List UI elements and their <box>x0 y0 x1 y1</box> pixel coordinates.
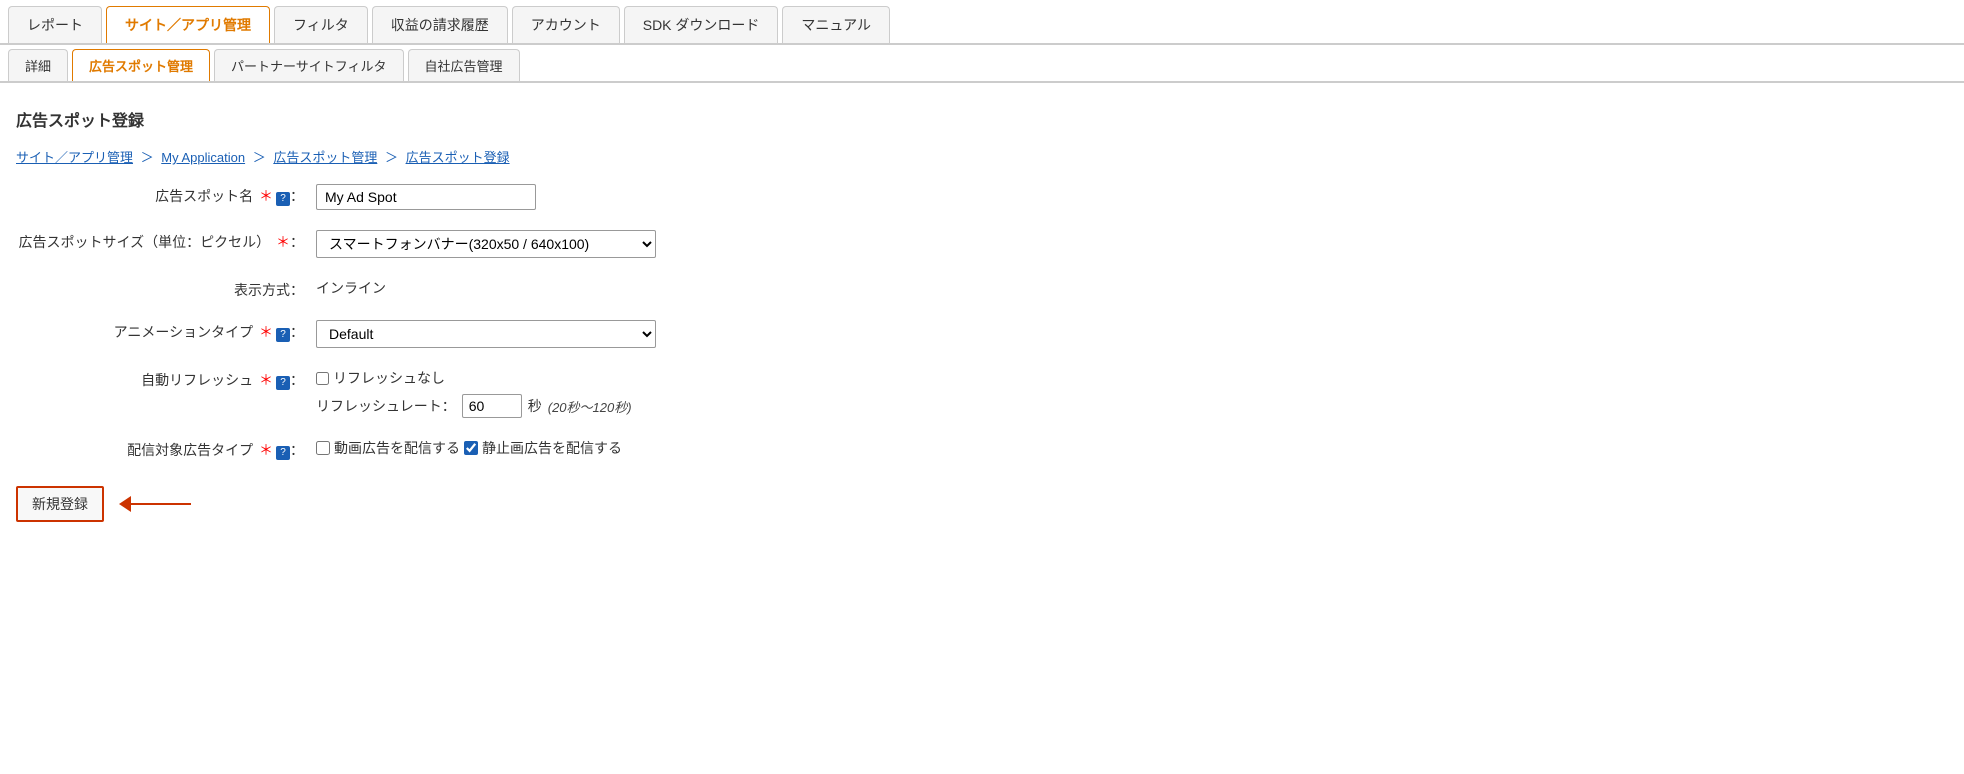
form-value-spot-name <box>316 182 1948 210</box>
top-nav-tab-billing[interactable]: 収益の請求履歴 <box>372 6 508 43</box>
colon-display-method: ： <box>290 282 304 298</box>
colon-spot-name: ： <box>290 188 304 204</box>
top-nav-tab-filter[interactable]: フィルタ <box>274 6 368 43</box>
breadcrumb-separator: ＞ <box>381 150 401 165</box>
form-value-auto-refresh: リフレッシュなしリフレッシュレート： 秒 (20秒～120秒) <box>316 366 1948 418</box>
sub-nav-tab-partner-filter[interactable]: パートナーサイトフィルタ <box>214 49 403 81</box>
form-label-display-method: 表示方式： <box>16 276 316 300</box>
help-icon-auto-refresh[interactable]: ? <box>276 376 290 390</box>
colon-animation-type: ： <box>290 324 304 340</box>
label-text-ad-type: 配信対象広告タイプ <box>127 442 253 458</box>
breadcrumb: サイト／アプリ管理 ＞ My Application ＞ 広告スポット管理 ＞ … <box>0 143 1964 182</box>
form-row-animation-type: アニメーションタイプ ＊?：DefaultNoneFadeSlide <box>16 318 1948 348</box>
page-title: 広告スポット登録 <box>0 99 1964 143</box>
form-row-auto-refresh: 自動リフレッシュ ＊?： リフレッシュなしリフレッシュレート： 秒 (20秒～120秒… <box>16 366 1948 418</box>
breadcrumb-item-1[interactable]: My Application <box>161 150 245 165</box>
required-mark-spot-size: ＊ <box>272 234 290 250</box>
form-row-ad-type: 配信対象広告タイプ ＊?： 動画広告を配信する 静止画広告を配信する <box>16 436 1948 460</box>
label-text-display-method: 表示方式 <box>234 282 290 298</box>
button-area: 新規登録 <box>0 478 1964 546</box>
ad-type-group: 動画広告を配信する 静止画広告を配信する <box>316 438 1948 458</box>
form-label-animation-type: アニメーションタイプ ＊?： <box>16 318 316 342</box>
ad-type-label-1: 静止画広告を配信する <box>482 438 622 458</box>
input-spot-name[interactable] <box>316 184 536 210</box>
form-label-ad-type: 配信対象広告タイプ ＊?： <box>16 436 316 460</box>
select-spot-size[interactable]: スマートフォンバナー(320x50 / 640x100)バナー(320x50)レ… <box>316 230 656 258</box>
form-area: 広告スポット名 ＊?：広告スポットサイズ（単位：ピクセル） ＊：スマートフォンバ… <box>0 182 1964 460</box>
required-mark-auto-refresh: ＊ <box>255 372 273 388</box>
form-label-auto-refresh: 自動リフレッシュ ＊?： <box>16 366 316 390</box>
checkbox-ad-type-0[interactable] <box>316 441 330 455</box>
required-mark-spot-name: ＊ <box>255 188 273 204</box>
refresh-rate-unit: 秒 <box>528 396 542 416</box>
checkbox-no-refresh[interactable] <box>316 372 329 385</box>
form-value-animation-type: DefaultNoneFadeSlide <box>316 318 1948 348</box>
refresh-rate-row: リフレッシュレート： 秒 (20秒～120秒) <box>316 394 1948 418</box>
refresh-rate-input[interactable] <box>462 394 522 418</box>
top-navigation: レポートサイト／アプリ管理フィルタ収益の請求履歴アカウントSDK ダウンロードマ… <box>0 0 1964 45</box>
refresh-container: リフレッシュなしリフレッシュレート： 秒 (20秒～120秒) <box>316 368 1948 418</box>
help-icon-ad-type[interactable]: ? <box>276 446 290 460</box>
required-mark-animation-type: ＊ <box>255 324 273 340</box>
label-text-auto-refresh: 自動リフレッシュ <box>141 372 253 388</box>
ad-type-label-0: 動画広告を配信する <box>334 438 460 458</box>
top-nav-tab-sdk[interactable]: SDK ダウンロード <box>624 6 779 43</box>
select-animation-type[interactable]: DefaultNoneFadeSlide <box>316 320 656 348</box>
form-row-spot-size: 広告スポットサイズ（単位：ピクセル） ＊：スマートフォンバナー(320x50 /… <box>16 228 1948 258</box>
label-text-animation-type: アニメーションタイプ <box>114 324 253 340</box>
refresh-rate-label: リフレッシュレート： <box>316 396 456 416</box>
refresh-rate-hint: (20秒～120秒) <box>548 397 632 416</box>
colon-auto-refresh: ： <box>290 372 304 388</box>
form-value-display-method: インライン <box>316 276 1948 298</box>
checkbox-ad-type-1[interactable] <box>464 441 478 455</box>
sub-nav-tab-own-ad[interactable]: 自社広告管理 <box>408 49 520 81</box>
form-value-ad-type: 動画広告を配信する 静止画広告を配信する <box>316 436 1948 458</box>
colon-ad-type: ： <box>290 442 304 458</box>
help-icon-spot-name[interactable]: ? <box>276 192 290 206</box>
required-mark-ad-type: ＊ <box>255 442 273 458</box>
help-icon-animation-type[interactable]: ? <box>276 328 290 342</box>
sub-nav-tab-ad-spot[interactable]: 広告スポット管理 <box>72 49 210 81</box>
top-nav-tab-site-app[interactable]: サイト／アプリ管理 <box>106 6 270 43</box>
form-label-spot-size: 広告スポットサイズ（単位：ピクセル） ＊： <box>16 228 316 252</box>
sub-navigation: 詳細広告スポット管理パートナーサイトフィルタ自社広告管理 <box>0 45 1964 83</box>
breadcrumb-item-2[interactable]: 広告スポット管理 <box>273 150 377 165</box>
register-button[interactable]: 新規登録 <box>16 486 104 522</box>
top-nav-tab-report[interactable]: レポート <box>8 6 102 43</box>
static-value-display-method: インライン <box>316 276 386 296</box>
colon-spot-size: ： <box>290 234 304 250</box>
breadcrumb-item-0[interactable]: サイト／アプリ管理 <box>16 150 133 165</box>
breadcrumb-separator: ＞ <box>137 150 157 165</box>
form-row-spot-name: 広告スポット名 ＊?： <box>16 182 1948 210</box>
arrow-indicator <box>120 496 191 512</box>
top-nav-tab-account[interactable]: アカウント <box>512 6 620 43</box>
arrow-head <box>119 496 131 512</box>
form-row-display-method: 表示方式：インライン <box>16 276 1948 300</box>
form-value-spot-size: スマートフォンバナー(320x50 / 640x100)バナー(320x50)レ… <box>316 228 1948 258</box>
no-refresh-label: リフレッシュなし <box>333 368 445 388</box>
sub-nav-tab-detail[interactable]: 詳細 <box>8 49 68 81</box>
label-text-spot-size: 広告スポットサイズ（単位：ピクセル） <box>19 234 271 250</box>
breadcrumb-separator: ＞ <box>249 150 269 165</box>
top-nav-tab-manual[interactable]: マニュアル <box>782 6 890 43</box>
arrow-line <box>131 503 191 505</box>
label-text-spot-name: 広告スポット名 <box>155 188 253 204</box>
form-label-spot-name: 広告スポット名 ＊?： <box>16 182 316 206</box>
breadcrumb-item-3[interactable]: 広告スポット登録 <box>406 150 510 165</box>
